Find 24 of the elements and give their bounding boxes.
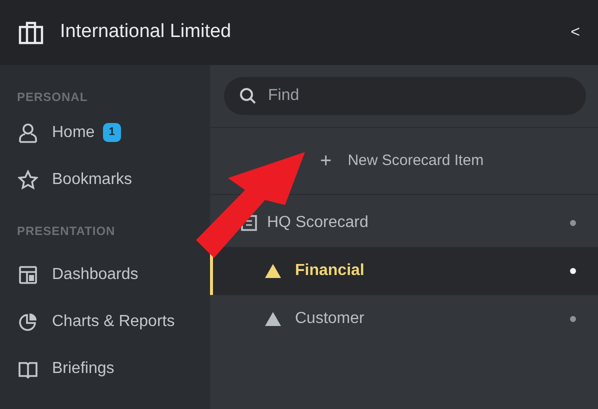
sidebar-item[interactable]: Bookmarks bbox=[0, 156, 210, 203]
status-dot bbox=[570, 268, 576, 274]
count-badge: 1 bbox=[102, 123, 121, 142]
tree-item[interactable]: HQ Scorecard bbox=[267, 211, 368, 235]
status-dot bbox=[570, 316, 576, 322]
tree-item[interactable]: Customer bbox=[295, 307, 364, 331]
section-heading: PERSONAL bbox=[17, 89, 88, 106]
organization-title: International Limited bbox=[60, 20, 232, 44]
star-icon bbox=[18, 170, 38, 190]
search-field[interactable]: Find bbox=[224, 77, 586, 115]
person-icon bbox=[18, 122, 38, 142]
sidebar-item[interactable]: Dashboards bbox=[0, 251, 210, 298]
tree-item[interactable]: Financial bbox=[295, 259, 364, 283]
dashboard-icon bbox=[18, 264, 38, 284]
pie-chart-icon bbox=[18, 312, 38, 332]
status-dot bbox=[570, 220, 576, 226]
section-heading: PRESENTATION bbox=[17, 223, 116, 240]
sidebar-item[interactable]: Briefings bbox=[0, 345, 210, 392]
sidebar-item[interactable]: Home 1 bbox=[0, 109, 210, 156]
new-scorecard-item-button[interactable]: + New Scorecard Item bbox=[320, 146, 484, 176]
plus-icon: + bbox=[320, 146, 332, 176]
collapse-button[interactable]: < bbox=[570, 20, 580, 44]
sidebar-item[interactable]: Charts & Reports bbox=[0, 298, 210, 345]
briefcase-icon bbox=[18, 20, 44, 44]
